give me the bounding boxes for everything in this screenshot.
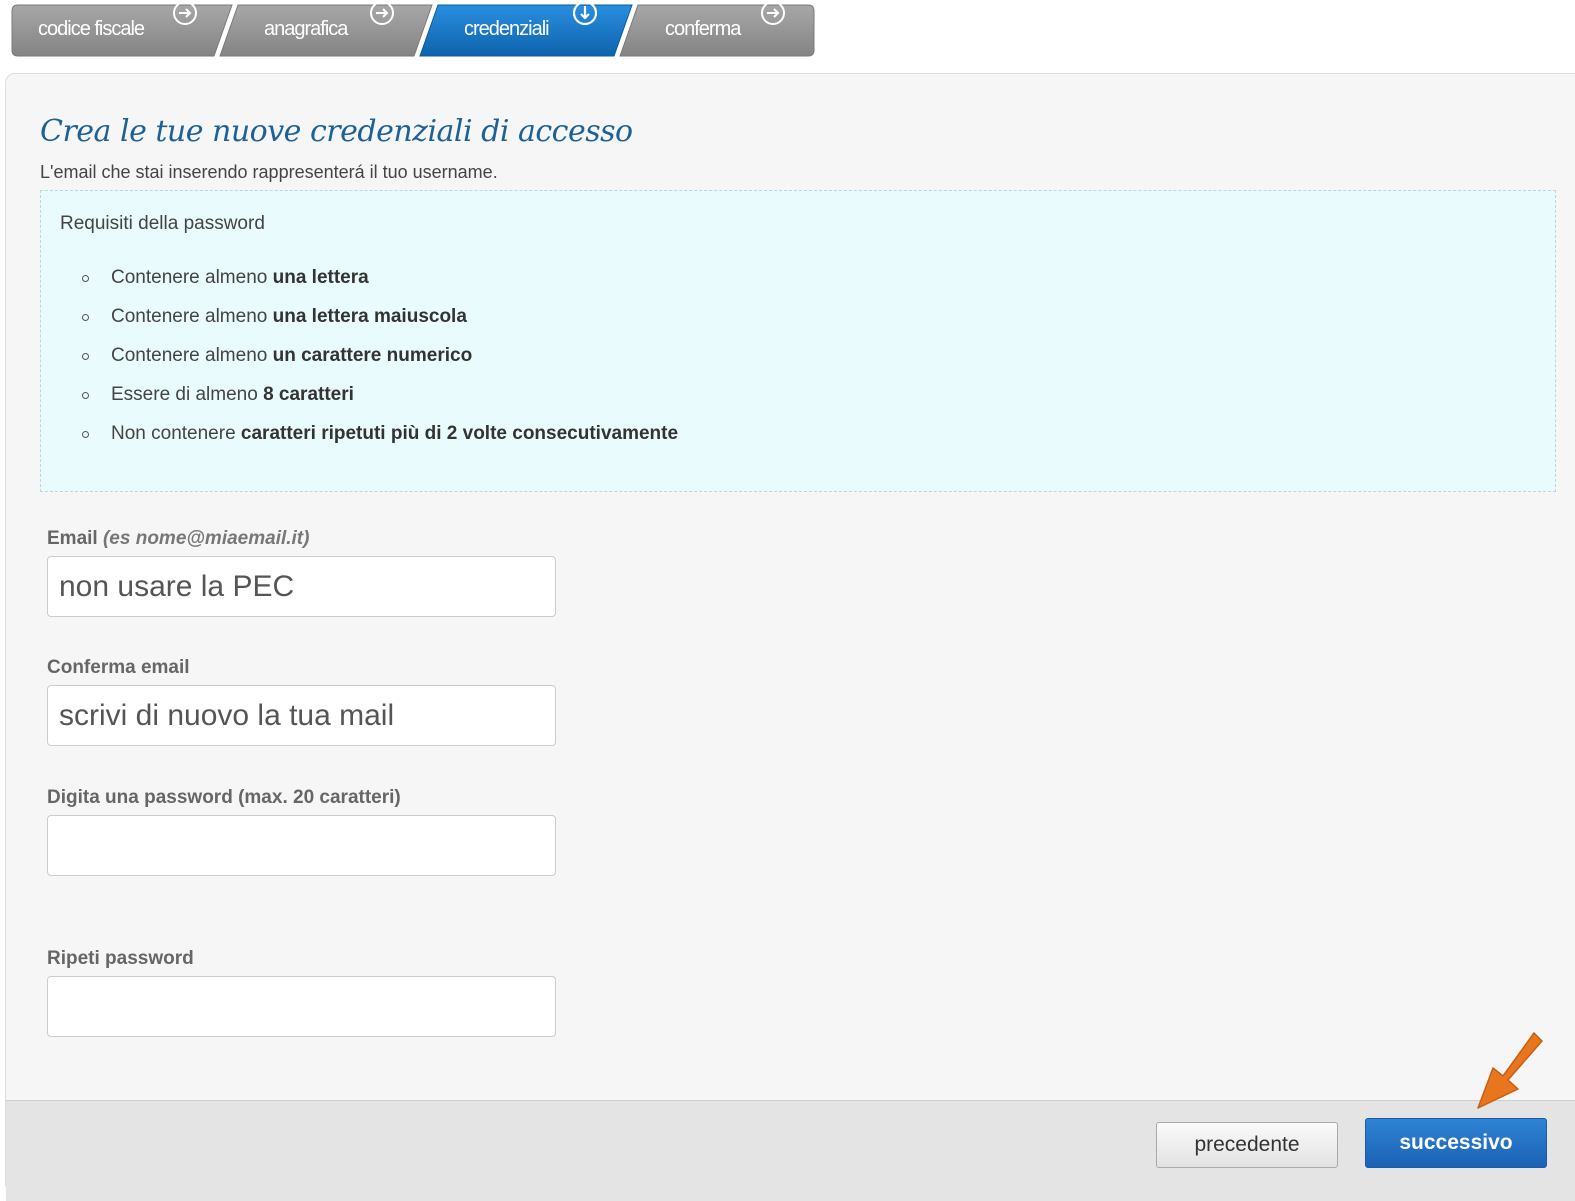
requirement-emphasis: un carattere numerico (272, 345, 473, 366)
bullet-icon (82, 275, 89, 282)
email-hint: (es nome@miaemail.it) (102, 528, 310, 549)
repeat-password-input[interactable] (47, 976, 556, 1037)
bullet-icon (82, 353, 89, 360)
requirement-text: Non contenere (111, 423, 241, 444)
footer-bar (6, 1100, 1575, 1201)
step-label-credenziali[interactable]: credenziali (464, 16, 550, 42)
confirm-email-input[interactable] (47, 685, 556, 746)
bullet-icon (82, 431, 89, 438)
requirement-emphasis: caratteri ripetuti più di 2 volte consec… (240, 423, 679, 444)
requirements-title: Requisiti della password (60, 213, 265, 234)
requirement-emphasis: 8 caratteri (263, 384, 354, 405)
pointer-arrow-icon (1477, 1032, 1543, 1109)
password-requirements-box: Requisiti della password Contenere almen… (40, 190, 1556, 492)
requirement-item: Essere di almeno 8 caratteri (79, 380, 678, 419)
bullet-icon (82, 314, 89, 321)
arrow-right-circle-icon (173, 1, 197, 25)
requirement-text: Contenere almeno (111, 345, 273, 366)
step-label-conferma[interactable]: conferma (665, 16, 741, 42)
progress-stepper: codice fiscale anagrafica credenziali co… (0, 0, 830, 62)
arrow-down-circle-icon (572, 0, 598, 26)
arrow-right-circle-icon (370, 1, 394, 25)
requirement-item: Contenere almeno una lettera (79, 263, 678, 302)
email-label: Email (es nome@miaemail.it) (47, 528, 309, 550)
bullet-icon (82, 392, 89, 399)
confirm-email-label: Conferma email (47, 657, 190, 678)
email-input[interactable] (47, 556, 556, 617)
step-label-codice-fiscale[interactable]: codice fiscale (38, 16, 145, 42)
previous-button[interactable]: precedente (1156, 1122, 1338, 1168)
requirement-text: Contenere almeno (111, 267, 273, 288)
page-subtitle: L'email che stai inserendo rappresenterá… (40, 162, 498, 182)
requirements-list: Contenere almeno una lettera Contenere a… (79, 263, 678, 458)
repeat-password-label: Ripeti password (47, 948, 194, 969)
requirement-emphasis: una lettera (272, 267, 369, 288)
requirement-item: Non contenere caratteri ripetuti più di … (79, 419, 678, 458)
requirement-item: Contenere almeno una lettera maiuscola (79, 302, 678, 341)
requirement-emphasis: una lettera maiuscola (272, 306, 467, 327)
password-label: Digita una password (max. 20 caratteri) (47, 787, 401, 808)
requirement-text: Contenere almeno (111, 306, 273, 327)
page-title: Crea le tue nuove credenziali di accesso (40, 114, 633, 149)
requirement-item: Contenere almeno un carattere numerico (79, 341, 678, 380)
arrow-right-circle-icon (761, 1, 785, 25)
requirement-text: Essere di almeno (111, 384, 264, 405)
email-label-text: Email (47, 528, 98, 549)
password-input[interactable] (47, 815, 556, 876)
next-button[interactable]: successivo (1365, 1118, 1547, 1168)
step-label-anagrafica[interactable]: anagrafica (264, 16, 348, 42)
